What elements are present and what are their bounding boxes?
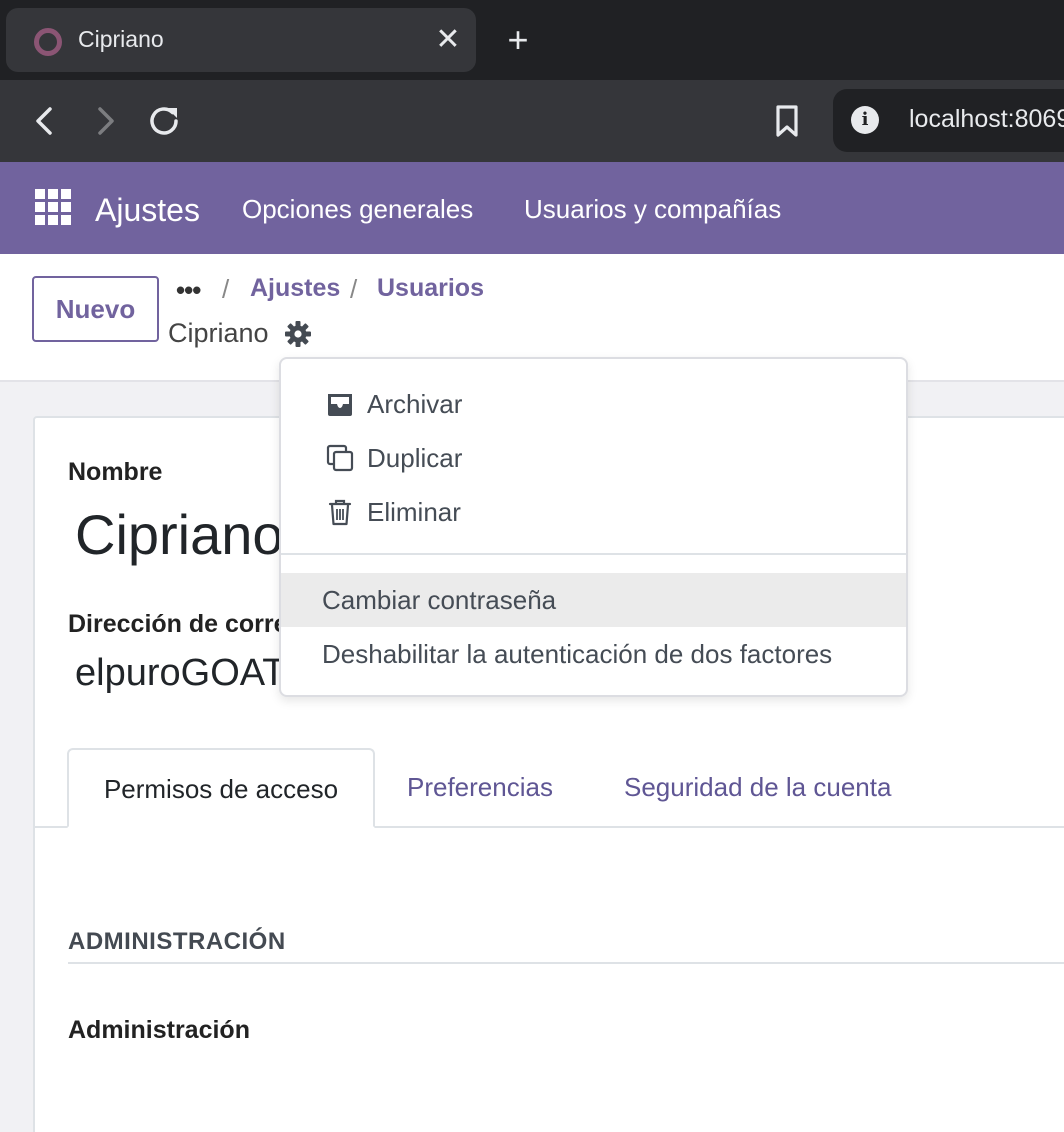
section-divider [68,962,1064,964]
address-bar[interactable]: i localhost:8069 [833,89,1064,152]
app-name[interactable]: Ajustes [95,192,200,229]
browser-toolbar: i localhost:8069 [0,80,1064,162]
tab-preferencias[interactable]: Preferencias [407,748,553,828]
odoo-navbar: Ajustes Opciones generales Usuarios y co… [0,162,1064,254]
tab-seguridad-de-la-cuenta[interactable]: Seguridad de la cuenta [624,748,891,828]
form-tabs: Permisos de acceso Preferencias Segurida… [35,748,1064,828]
address-bar-url[interactable]: localhost:8069 [909,105,1064,134]
browser-tab-strip: Cipriano ✕ + [0,0,1064,80]
menu-opciones-generales[interactable]: Opciones generales [242,194,473,225]
administration-field-label: Administración [68,1016,250,1044]
record-name: Cipriano [168,318,269,348]
site-info-icon[interactable]: i [851,106,879,134]
breadcrumb-ajustes[interactable]: Ajustes [250,274,340,303]
apps-menu-icon[interactable] [35,189,71,225]
gear-icon[interactable] [284,320,312,348]
forward-arrow-icon[interactable] [84,100,126,142]
menu-item-label: Deshabilitar la autenticación de dos fac… [322,639,833,669]
name-field[interactable]: Cipriano [75,502,284,567]
bookmark-icon[interactable] [766,100,808,142]
copy-icon [326,444,354,472]
breadcrumb-separator: / [222,274,230,304]
menu-item-label: Duplicar [367,443,463,473]
browser-tab-title: Cipriano [78,26,164,52]
name-label: Nombre [68,458,163,486]
reload-icon[interactable] [143,100,185,142]
menu-item-duplicar[interactable]: Duplicar [281,431,906,485]
tab-permisos-de-acceso[interactable]: Permisos de acceso [67,748,375,828]
trash-icon [328,499,352,526]
menu-item-label: Eliminar [367,497,461,527]
back-arrow-icon[interactable] [24,100,66,142]
email-field[interactable]: elpuroGOAT [75,652,285,695]
close-tab-icon[interactable]: ✕ [430,22,466,58]
breadcrumb-separator: / [350,274,358,304]
breadcrumb-usuarios[interactable]: Usuarios [377,274,484,303]
menu-item-deshabilitar-2fa[interactable]: Deshabilitar la autenticación de dos fac… [281,627,906,681]
section-title: ADMINISTRACIÓN [68,928,286,955]
new-button[interactable]: Nuevo [32,276,159,342]
menu-usuarios-companias[interactable]: Usuarios y compañías [524,194,781,225]
browser-tab[interactable]: Cipriano ✕ [6,8,476,72]
new-tab-button[interactable]: + [500,22,536,58]
odoo-favicon-icon [34,28,62,56]
menu-item-archivar[interactable]: Archivar [281,377,906,431]
dropdown-divider [281,553,906,555]
menu-item-label: Archivar [367,389,463,419]
menu-item-label: Cambiar contraseña [322,585,557,615]
breadcrumb-more-button[interactable]: ••• [176,275,201,306]
menu-item-cambiar-contrasena[interactable]: Cambiar contraseña [281,573,906,627]
actions-dropdown-menu: Archivar Duplicar Eliminar Cambiar contr… [279,357,908,697]
archive-icon [328,394,352,416]
menu-item-eliminar[interactable]: Eliminar [281,485,906,539]
